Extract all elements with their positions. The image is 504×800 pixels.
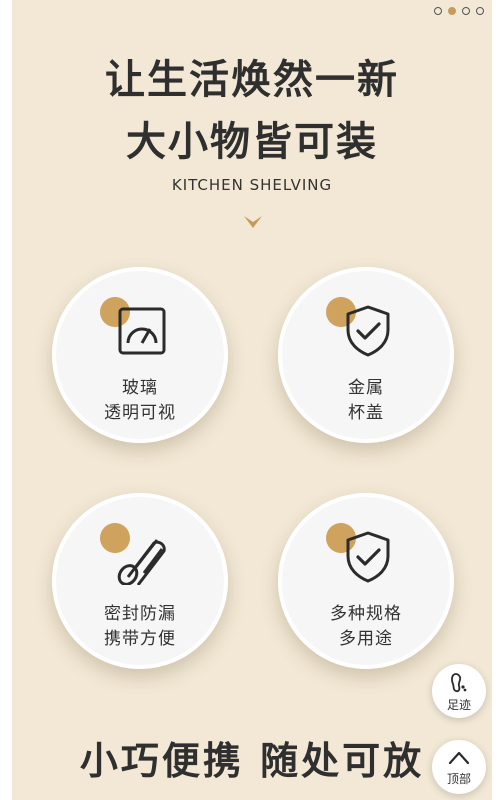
shield-check-icon: [346, 531, 390, 583]
feature-title: 密封防漏: [104, 604, 176, 624]
top-label: 顶部: [446, 772, 471, 786]
pager-dot[interactable]: [434, 7, 442, 15]
headline-line-2: 大小物皆可装: [126, 119, 378, 165]
chevron-up-icon: [448, 751, 470, 765]
pager-dot[interactable]: [462, 7, 470, 15]
feature-desc: 携带方便: [104, 629, 176, 649]
feature-title: 多种规格: [330, 604, 402, 624]
feature-card-glass: 玻璃 透明可视: [52, 267, 228, 443]
feature-card-metal: 金属 杯盖: [278, 267, 454, 443]
seal-roll-icon: [117, 539, 166, 585]
chevron-down-icon: [244, 216, 262, 228]
footprint-button[interactable]: 足迹: [432, 664, 486, 718]
feature-title: 金属: [348, 378, 384, 398]
headline-line-1: 让生活焕然一新: [105, 57, 399, 103]
feature-title: 玻璃: [122, 378, 158, 398]
footprint-label: 足迹: [446, 698, 471, 712]
shield-check-icon: [346, 305, 390, 357]
pager-dot[interactable]: [476, 7, 484, 15]
back-to-top-button[interactable]: 顶部: [432, 740, 486, 794]
footprint-icon: [451, 673, 467, 693]
feature-desc: 透明可视: [104, 403, 176, 423]
feature-desc: 杯盖: [348, 403, 384, 423]
feature-desc: 多用途: [339, 629, 393, 649]
bottom-slogan: 小巧便携 随处可放: [79, 739, 425, 783]
gauge-icon: [118, 307, 166, 355]
feature-card-sizes: 多种规格 多用途: [278, 493, 454, 669]
feature-card-seal: 密封防漏 携带方便: [52, 493, 228, 669]
subtitle: KITCHEN SHELVING: [171, 176, 333, 194]
carousel-pager: [434, 7, 484, 15]
pager-dot-active[interactable]: [448, 7, 456, 15]
